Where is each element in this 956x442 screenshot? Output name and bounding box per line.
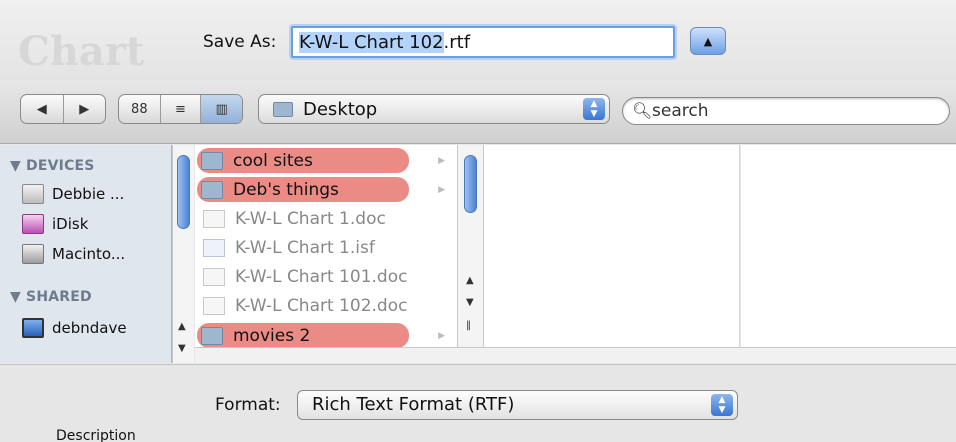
list-item-label: K-W-L Chart 102.doc [235,295,408,316]
document-icon [203,209,225,228]
popup-stepper-icon: ▲ ▼ [711,394,733,416]
triangle-up-icon: ▲ [703,34,713,48]
filename-field[interactable]: K-W-L Chart 102.rtf [291,26,675,58]
location-label: Desktop [303,99,378,120]
color-label-pill: movies 2 [197,323,409,347]
list-item-label: K-W-L Chart 1.doc [235,208,386,229]
list-item: K-W-L Chart 1.doc [195,204,457,233]
document-icon [203,267,225,286]
collapse-dialog-button[interactable]: ▲ [690,27,726,55]
disclosure-arrow-icon: ▶ [438,184,445,195]
save-as-label: Save As: [203,32,277,52]
list-item: K-W-L Chart 1.isf [195,233,457,262]
magnifier-icon: 🔍︎ [632,101,653,120]
folder-icon [273,102,293,117]
color-label-pill: Deb's things [197,177,409,202]
folder-icon [201,326,223,345]
sidebar-item-label: Debbie ... [52,185,125,203]
empty-column [741,145,956,347]
disclosure-arrow-icon: ▶ [438,330,445,341]
view-mode-control: 88 ≡ ▥ [118,94,243,124]
folder-icon [201,151,223,170]
format-label: Format: [215,395,281,415]
forward-button[interactable]: ▶ [64,95,106,123]
list-item[interactable]: Deb's things ▶ [195,175,457,204]
list-item-label: K-W-L Chart 101.doc [235,266,408,287]
back-forward-control: ◀ ▶ [20,94,106,124]
monitor-icon [22,318,44,338]
list-item[interactable]: movies 2 ▶ [195,321,457,347]
sidebar: ▼ DEVICES Debbie ... iDisk Macinto... ▼ … [0,145,172,363]
shared-header[interactable]: ▼ SHARED [10,289,92,305]
sidebar-item-macintosh[interactable]: Macinto... [22,241,172,267]
forward-arrow-icon: ▶ [79,101,90,117]
sidebar-scroll-thumb[interactable] [177,155,190,229]
search-field[interactable]: 🔍︎ search [622,97,950,125]
file-column: cool sites ▶ Deb's things ▶ K-W-L Chart … [195,145,457,347]
list-item-label: Deb's things [233,179,339,200]
file-column-scrollbar[interactable]: ▲ ▼ ‖ [457,145,484,347]
icon-view-button[interactable]: 88 [119,95,161,123]
filename-extension: .rtf [443,32,471,53]
browser-toolbar: ◀ ▶ 88 ≡ ▥ Desktop ▲ ▼ 🔍︎ search [0,82,956,144]
save-options-panel: Format: Rich Text Format (RTF) ▲ ▼ Descri… [0,364,956,442]
scroll-up-arrow-icon[interactable]: ▲ [178,321,186,332]
empty-column [484,145,740,347]
sidebar-item-label: debndave [52,319,127,337]
list-view-icon: ≡ [175,101,186,117]
scroll-down-arrow-icon[interactable]: ▼ [178,343,186,354]
back-arrow-icon: ◀ [36,101,47,117]
list-item: K-W-L Chart 101.doc [195,262,457,291]
scroll-up-arrow-icon[interactable]: ▲ [466,275,474,286]
sidebar-item-idisk[interactable]: iDisk [22,211,172,237]
disclosure-arrow-icon: ▶ [438,155,445,166]
isf-document-icon [203,238,225,257]
sidebar-item-label: Macinto... [52,245,126,263]
sidebar-item-label: iDisk [52,215,89,233]
sidebar-scrollbar[interactable]: ▲ ▼ [172,145,194,363]
search-placeholder: search [652,101,709,121]
sidebar-item-debndave[interactable]: debndave [22,315,172,341]
back-button[interactable]: ◀ [21,95,64,123]
icon-view-icon: 88 [131,101,148,117]
filename-selected-text: K-W-L Chart 102 [299,32,444,53]
column-view-icon: ▥ [215,101,228,117]
column-resize-handle-icon[interactable]: ‖ [466,320,471,331]
devices-header[interactable]: ▼ DEVICES [10,158,95,174]
hard-drive-icon [22,244,44,264]
hard-drive-icon [22,184,44,204]
list-item-label: K-W-L Chart 1.isf [235,237,375,258]
color-label-pill: cool sites [197,148,409,173]
file-scroll-thumb[interactable] [464,155,477,213]
folder-icon [201,180,223,199]
list-item-label: movies 2 [233,325,311,346]
background-document-title: Chart [18,28,145,75]
location-popup[interactable]: Desktop ▲ ▼ [258,94,610,124]
format-value: Rich Text Format (RTF) [312,394,515,415]
document-icon [203,296,225,315]
description-label: Description [56,428,136,442]
horizontal-scrollbar[interactable] [195,347,956,363]
popup-stepper-icon: ▲ ▼ [583,98,605,120]
idisk-icon [22,214,44,234]
list-view-button[interactable]: ≡ [161,95,202,123]
list-item-label: cool sites [233,150,313,171]
list-item: K-W-L Chart 102.doc [195,291,457,320]
list-item[interactable]: cool sites ▶ [195,146,457,175]
column-view-button[interactable]: ▥ [201,95,242,123]
sidebar-item-debbie[interactable]: Debbie ... [22,181,172,207]
scroll-down-arrow-icon[interactable]: ▼ [466,297,474,308]
format-popup[interactable]: Rich Text Format (RTF) ▲ ▼ [297,390,738,420]
